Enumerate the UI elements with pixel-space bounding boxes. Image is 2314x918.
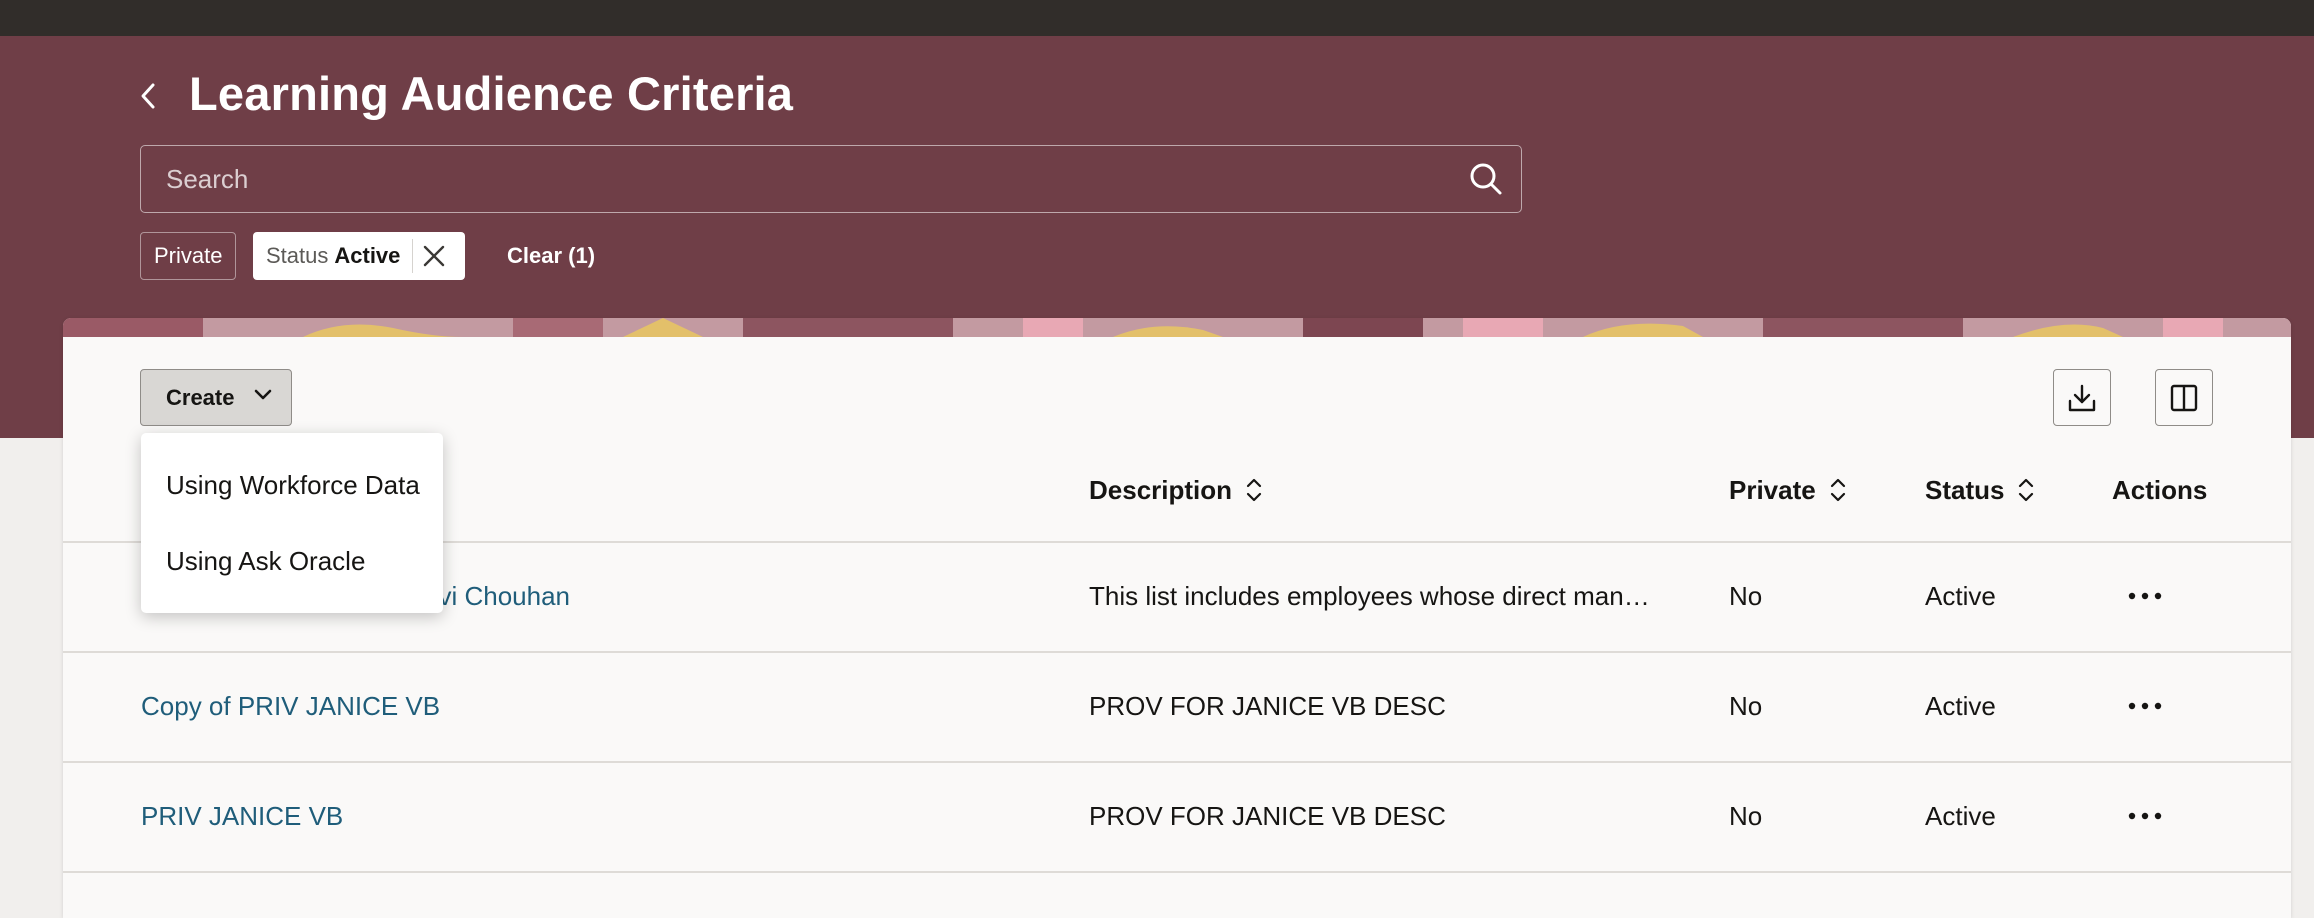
row-private: No xyxy=(1729,690,1763,721)
row-private: No xyxy=(1729,800,1763,831)
more-options-icon xyxy=(2128,592,2162,600)
filter-chip-private-label: Private xyxy=(154,243,223,268)
sort-icon[interactable] xyxy=(2018,477,2034,503)
column-header-actions: Actions xyxy=(2112,470,2207,510)
export-button[interactable] xyxy=(2053,369,2111,426)
column-header-description[interactable]: Description xyxy=(1089,470,1262,510)
column-header-status-label: Status xyxy=(1925,474,2005,505)
row-actions-button[interactable] xyxy=(2116,684,2174,728)
chevron-left-icon xyxy=(141,83,155,109)
row-name-link[interactable]: Copy of PRIV JANICE VB xyxy=(141,652,440,760)
create-button-label: Create xyxy=(166,384,235,410)
column-header-private[interactable]: Private xyxy=(1729,470,1846,510)
filter-chip-status-value: Active xyxy=(334,243,401,268)
page-title: Learning Audience Criteria xyxy=(189,67,794,120)
results-card: Create Description Private Status Action… xyxy=(63,318,2291,918)
chevron-down-icon xyxy=(254,389,272,400)
filter-chip-status[interactable]: Status Active xyxy=(253,232,465,280)
row-description: PROV FOR JANICE VB DESC xyxy=(1089,652,1664,760)
clear-filters-link[interactable]: Clear (1) xyxy=(507,232,595,280)
search-field[interactable] xyxy=(140,145,1522,213)
sort-icon[interactable] xyxy=(1246,477,1262,503)
table-row: PRIV JANICE VB PROV FOR JANICE VB DESC N… xyxy=(63,762,2291,870)
row-description-text: This list includes employees whose direc… xyxy=(1089,580,1664,611)
search-icon xyxy=(1470,163,1502,195)
row-divider xyxy=(63,871,2291,873)
remove-filter-button[interactable] xyxy=(413,232,455,280)
menu-item-using-ask-oracle[interactable]: Using Ask Oracle xyxy=(141,523,443,599)
row-name-link[interactable]: PRIV JANICE VB xyxy=(141,762,343,870)
decorative-banner xyxy=(63,318,2291,337)
more-options-icon xyxy=(2128,702,2162,710)
row-status: Active xyxy=(1925,580,1996,611)
column-header-status[interactable]: Status xyxy=(1925,470,2034,510)
create-button[interactable]: Create xyxy=(140,369,292,426)
row-status: Active xyxy=(1925,690,1996,721)
table-row: Copy of PRIV JANICE VB PROV FOR JANICE V… xyxy=(63,652,2291,760)
row-status: Active xyxy=(1925,800,1996,831)
row-private: No xyxy=(1729,580,1763,611)
search-button[interactable] xyxy=(1451,146,1521,212)
row-actions-button[interactable] xyxy=(2116,574,2174,618)
sort-icon[interactable] xyxy=(1830,477,1846,503)
global-top-bar xyxy=(0,0,2314,36)
filter-chip-status-label: Status xyxy=(266,243,329,268)
menu-item-using-workforce-data[interactable]: Using Workforce Data xyxy=(141,447,443,523)
create-dropdown-menu: Using Workforce Data Using Ask Oracle xyxy=(141,433,443,613)
more-options-icon xyxy=(2128,812,2162,820)
column-header-private-label: Private xyxy=(1729,474,1816,505)
row-description: PROV FOR JANICE VB DESC xyxy=(1089,762,1664,870)
row-actions-button[interactable] xyxy=(2116,794,2174,838)
row-description-text: PROV FOR JANICE VB DESC xyxy=(1089,690,1446,721)
column-header-actions-label: Actions xyxy=(2112,474,2208,505)
filter-chip-private[interactable]: Private xyxy=(140,232,237,280)
row-description: This list includes employees whose direc… xyxy=(1089,542,1664,650)
search-input[interactable] xyxy=(141,146,1451,212)
back-button[interactable] xyxy=(130,70,166,122)
columns-icon xyxy=(2170,384,2198,411)
column-layout-button[interactable] xyxy=(2155,369,2213,426)
download-icon xyxy=(2068,384,2096,411)
row-name-link[interactable]: avi Chouhan xyxy=(424,542,570,650)
close-icon xyxy=(424,245,445,267)
column-header-description-label: Description xyxy=(1089,474,1233,505)
row-description-text: PROV FOR JANICE VB DESC xyxy=(1089,800,1446,831)
